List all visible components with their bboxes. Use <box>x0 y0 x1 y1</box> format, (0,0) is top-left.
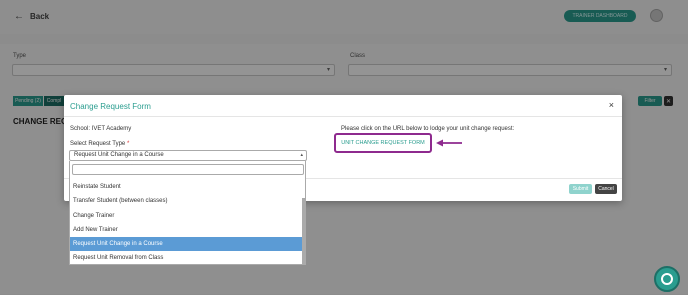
dropdown-scrollbar[interactable] <box>302 198 305 264</box>
request-type-label-text: Select Request Type <box>70 141 126 147</box>
dropdown-search-input[interactable] <box>72 164 304 175</box>
cancel-button[interactable]: Cancel <box>595 184 617 194</box>
arrow-left-icon <box>436 139 462 147</box>
dropdown-option[interactable]: Reinstate Student <box>70 180 303 194</box>
dropdown-option-selected[interactable]: Request Unit Change in a Course <box>70 237 303 252</box>
modal-title: Change Request Form <box>70 102 151 111</box>
close-icon[interactable]: × <box>609 100 614 110</box>
request-type-selected-value: Request Unit Change in a Course <box>74 152 164 158</box>
dropdown-option[interactable]: Transfer Student (between classes) <box>70 194 303 208</box>
dropdown-option[interactable]: Change Trainer <box>70 209 303 223</box>
modal-header: Change Request Form × <box>64 95 622 117</box>
request-type-dropdown: Reinstate Student Transfer Student (betw… <box>69 161 306 265</box>
request-type-label: Select Request Type * <box>70 141 129 147</box>
lifebuoy-icon <box>661 273 673 285</box>
dropdown-options: Reinstate Student Transfer Student (betw… <box>70 180 303 266</box>
help-chat-button[interactable] <box>654 266 680 292</box>
school-text: School: IVET Academy <box>70 126 132 132</box>
request-type-select[interactable]: Request Unit Change in a Course ▴ <box>69 150 307 161</box>
url-instruction: Please click on the URL below to lodge y… <box>341 126 515 132</box>
dropdown-option[interactable]: Add New Trainer <box>70 223 303 237</box>
caret-up-icon: ▴ <box>300 152 303 158</box>
url-highlight-box: UNIT CHANGE REQUEST FORM <box>334 133 432 153</box>
unit-change-request-link[interactable]: UNIT CHANGE REQUEST FORM <box>341 140 425 146</box>
required-marker: * <box>126 141 130 147</box>
dropdown-option[interactable]: Request Unit Removal from Class <box>70 251 303 265</box>
submit-button[interactable]: Submit <box>569 184 592 194</box>
